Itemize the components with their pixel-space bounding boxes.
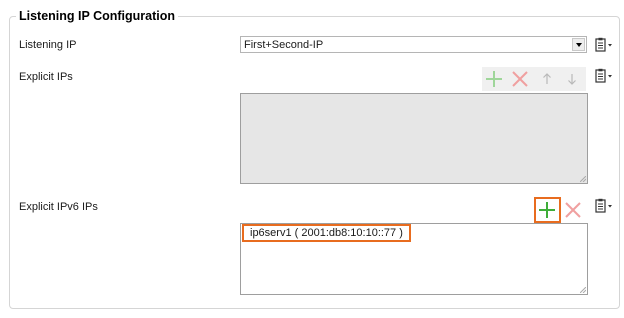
clipboard-icon [595, 198, 612, 213]
explicit-ipv6-ips-label: Explicit IPv6 IPs [19, 201, 98, 213]
clipboard-menu-button-listening-ip[interactable] [594, 37, 614, 53]
plus-icon [539, 202, 555, 218]
clipboard-icon [595, 68, 612, 83]
explicit-ips-label: Explicit IPs [19, 71, 73, 83]
listening-ip-value: First+Second-IP [244, 39, 324, 51]
add-explicit-ipv6-ip-button[interactable] [537, 200, 557, 220]
x-icon [565, 202, 581, 218]
dropdown-arrow-icon[interactable] [572, 38, 585, 51]
explicit-ipv6-ips-list[interactable]: ip6serv1 ( 2001:db8:10:10::77 ) [240, 223, 588, 295]
plus-icon [486, 71, 502, 87]
clipboard-icon [595, 37, 612, 52]
move-down-explicit-ip-button[interactable] [562, 69, 582, 89]
remove-explicit-ip-button[interactable] [510, 69, 530, 89]
arrow-down-icon [568, 74, 576, 85]
list-item[interactable]: ip6serv1 ( 2001:db8:10:10::77 ) [242, 224, 411, 242]
listening-ip-select[interactable]: First+Second-IP [240, 36, 587, 53]
add-explicit-ip-button[interactable] [484, 69, 504, 89]
section-title: Listening IP Configuration [16, 9, 179, 24]
explicit-ips-list[interactable] [240, 93, 588, 184]
remove-explicit-ipv6-ip-button[interactable] [563, 200, 583, 220]
arrow-up-icon [543, 73, 551, 84]
move-up-explicit-ip-button[interactable] [537, 69, 557, 89]
listening-ip-label: Listening IP [19, 39, 77, 51]
clipboard-menu-button-explicit-ipv6-ips[interactable] [594, 198, 614, 214]
clipboard-menu-button-explicit-ips[interactable] [594, 68, 614, 84]
resize-grip-icon[interactable] [580, 287, 586, 293]
resize-grip-icon[interactable] [580, 176, 586, 182]
x-icon [512, 71, 528, 87]
